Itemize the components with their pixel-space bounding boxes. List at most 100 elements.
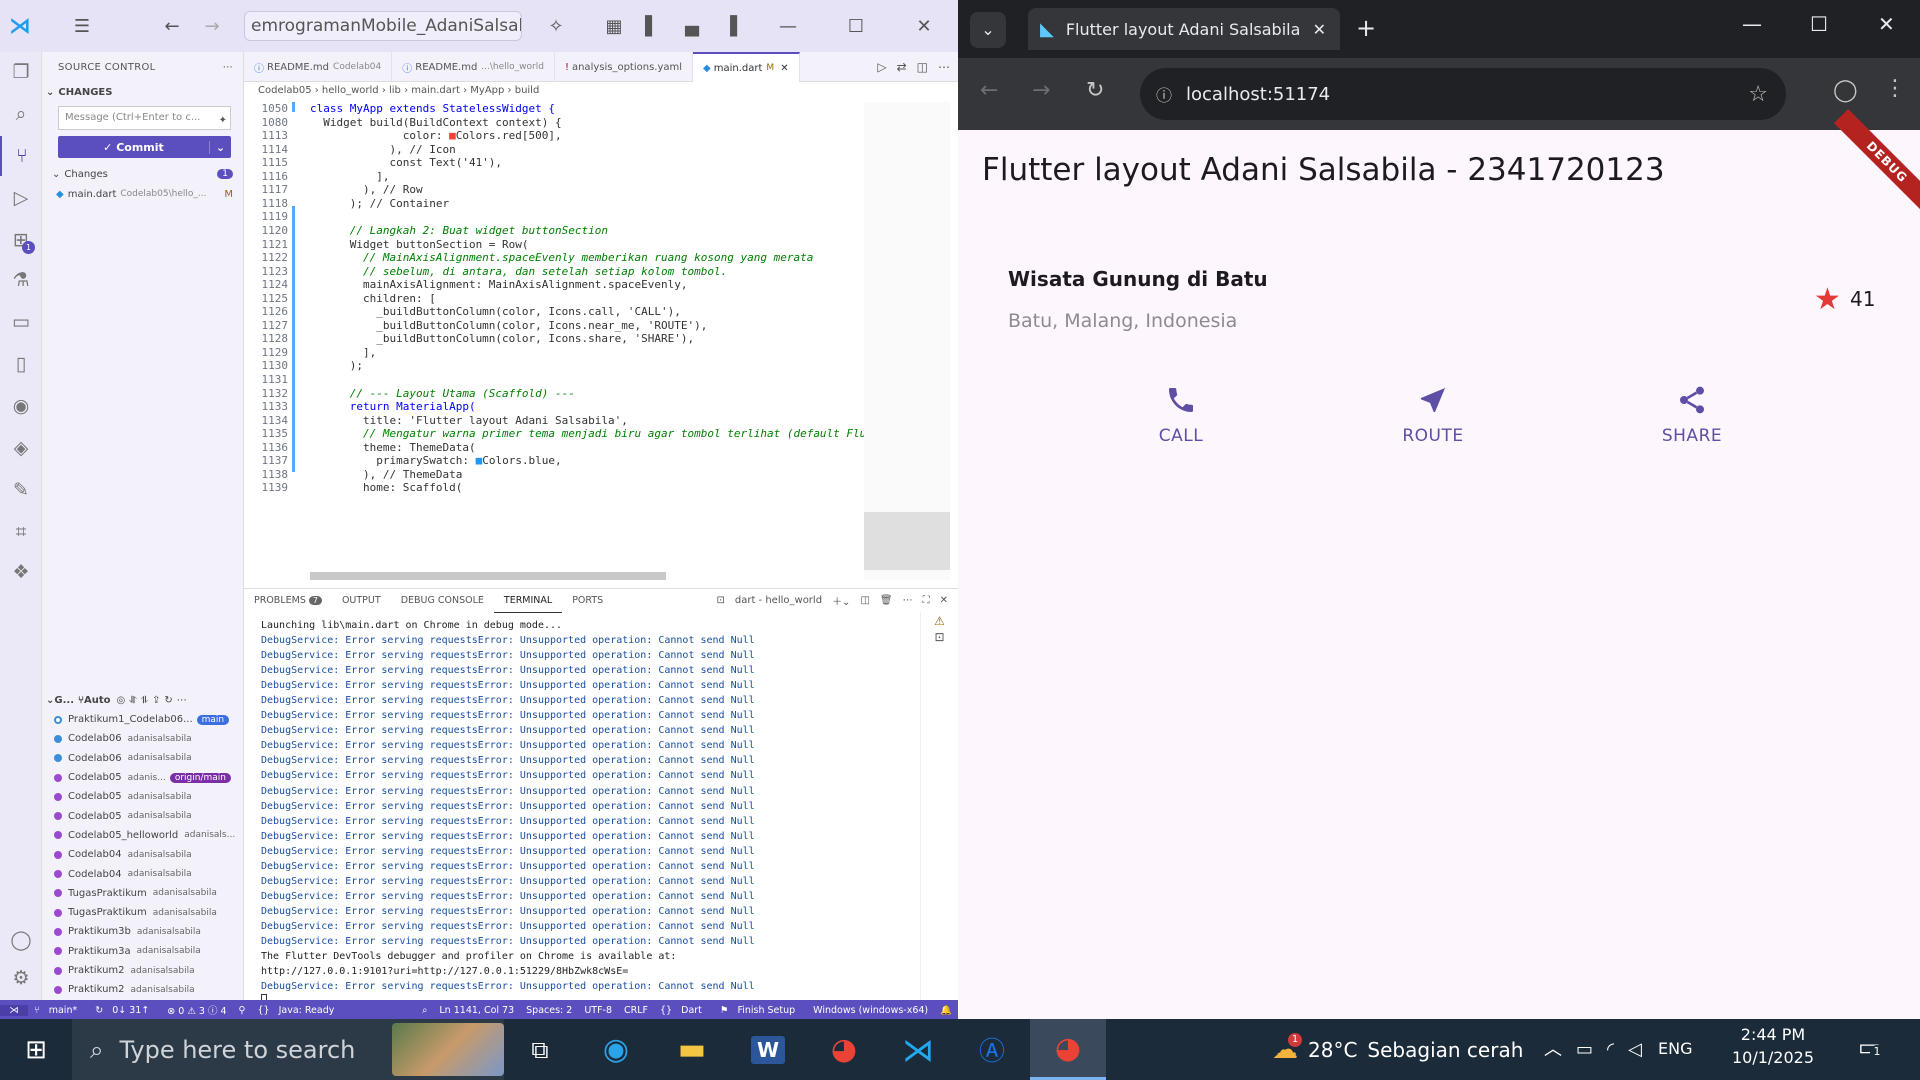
remote-icon[interactable]: ⋊ (0, 1004, 28, 1016)
remote-explorer-icon[interactable]: ▭ (0, 302, 42, 342)
commit-dropdown-icon[interactable]: ⌄ (209, 140, 231, 154)
graph-commit-row[interactable]: Codelab06 adanisalsabila (42, 749, 244, 768)
docker-icon[interactable]: ◈ (0, 428, 42, 468)
eol-status[interactable]: CRLF (618, 1005, 654, 1016)
forward-arrow-icon[interactable]: → (192, 0, 232, 52)
system-tray-icons[interactable]: ︿▭◜◁ (1544, 1035, 1656, 1061)
sparkle-icon[interactable]: ✦ (219, 115, 227, 126)
split-terminal-icon[interactable]: ◫ (860, 595, 869, 606)
minimap[interactable] (864, 102, 950, 580)
tab-ports[interactable]: PORTS (562, 589, 613, 613)
more-actions-icon[interactable]: ⋯ (938, 60, 950, 74)
reload-icon[interactable]: ↻ (1086, 78, 1104, 103)
more-actions-icon[interactable]: ⋯ (223, 62, 233, 73)
maximize-icon[interactable]: ☐ (836, 0, 876, 52)
breadcrumb[interactable]: Codelab05 › hello_world › lib › main.dar… (244, 82, 958, 102)
chrome-tab-active[interactable]: ◣ Flutter layout Adani Salsabila ✕ (1028, 8, 1340, 50)
back-arrow-icon[interactable]: ← (152, 0, 192, 52)
forward-arrow-icon[interactable]: → (1032, 78, 1050, 103)
finish-setup-status[interactable]: ⚑ Finish Setup (714, 1005, 807, 1016)
zoom-icon[interactable]: ⌕ (416, 1005, 433, 1016)
close-tab-icon[interactable]: ✕ (1313, 20, 1326, 39)
call-button[interactable]: CALL (1126, 380, 1236, 446)
split-editor-icon[interactable]: ◫ (917, 60, 928, 74)
command-center-search[interactable]: emrogramanMobile_AdaniSalsabila (244, 11, 522, 41)
notifications-bell-icon[interactable]: 🔔 (934, 1005, 958, 1016)
address-bar[interactable]: ⓘ localhost:51174 ☆ (1140, 68, 1786, 120)
close-icon[interactable]: ✕ (904, 0, 944, 52)
back-arrow-icon[interactable]: ← (980, 78, 998, 103)
weather-widget[interactable]: ☁ 1 28°C Sebagian cerah (1272, 1019, 1523, 1080)
close-tab-icon[interactable]: ✕ (780, 63, 788, 74)
search-icon[interactable]: ⌕ (0, 94, 42, 134)
toggle-secondary-sidebar-icon[interactable]: ▐ (710, 0, 750, 52)
explorer-icon[interactable]: ❐ (0, 52, 42, 92)
graph-commit-row[interactable]: TugasPraktikum adanisalsabila (42, 903, 244, 922)
graph-commit-row[interactable]: Codelab05 adanisalsabila (42, 806, 244, 825)
sync-status[interactable]: ↻ 0↓ 31↑ (89, 1005, 161, 1016)
branch-status[interactable]: ⑂ main* (28, 1005, 89, 1016)
java-status[interactable]: {} Java: Ready (251, 1005, 346, 1016)
site-info-icon[interactable]: ⓘ (1156, 82, 1172, 106)
run-debug-icon[interactable]: ▷ (0, 178, 42, 218)
more-actions-icon[interactable]: ⋯ (903, 595, 913, 606)
route-button[interactable]: ROUTE (1378, 380, 1488, 446)
close-panel-icon[interactable]: ✕ (940, 595, 948, 606)
graph-actions-icon[interactable]: ◎⥯⥮⇪↻⋯ (117, 695, 191, 706)
file-explorer-icon[interactable]: ▬ (654, 1019, 730, 1080)
word-icon[interactable]: W (730, 1019, 806, 1080)
notification-center-icon[interactable]: ▭ 1 (1858, 1033, 1884, 1061)
copilot-icon[interactable]: ✧ (536, 0, 576, 52)
tab-main-dart[interactable]: ◆ main.dart M ✕ (693, 52, 800, 82)
trash-icon[interactable]: 🗑 (880, 595, 893, 606)
terminal-output[interactable]: Launching lib\main.dart on Chrome in deb… (244, 618, 920, 1002)
ports-status-icon[interactable]: ⚲ (233, 1005, 252, 1016)
maximize-panel-icon[interactable]: ⛶ (923, 595, 930, 606)
testing-icon[interactable]: ⚗ (0, 260, 42, 300)
tab-output[interactable]: OUTPUT (332, 589, 391, 613)
tab-search-chevron-icon[interactable]: ⌄ (970, 12, 1006, 48)
clock[interactable]: 2:44 PM 10/1/2025 (1728, 1025, 1818, 1067)
tab-readme-codelab04[interactable]: ⓘ README.md Codelab04 (244, 52, 393, 82)
encoding-status[interactable]: UTF-8 (578, 1005, 618, 1016)
new-tab-plus-icon[interactable]: + (1356, 14, 1376, 42)
chrome-profile-icon[interactable]: ◕ (806, 1019, 882, 1080)
new-terminal-icon[interactable]: ＋⌄ (832, 593, 850, 608)
warning-icon[interactable]: ⚠ (921, 614, 958, 628)
graph-commit-row[interactable]: Codelab05 adanis... origin/main (42, 768, 244, 787)
changed-file-item[interactable]: ◆ main.dart Codelab05\hello_... M (42, 184, 243, 204)
graph-auto-label[interactable]: Auto (84, 695, 111, 706)
cursor-position[interactable]: Ln 1141, Col 73 (433, 1005, 520, 1016)
language-status[interactable]: {} Dart (654, 1005, 714, 1016)
toggle-panel-icon[interactable]: ▄ (672, 0, 712, 52)
chrome-active-icon[interactable]: ◕ (1030, 1019, 1106, 1080)
tab-terminal[interactable]: TERMINAL (493, 589, 563, 613)
github-icon[interactable]: ◉ (0, 386, 42, 426)
share-button[interactable]: SHARE (1637, 380, 1747, 446)
tab-debug-console[interactable]: DEBUG CONSOLE (391, 589, 494, 613)
tab-analysis-options[interactable]: ! analysis_options.yaml (555, 52, 694, 82)
indentation-status[interactable]: Spaces: 2 (520, 1005, 578, 1016)
compare-icon[interactable]: ⇄ (897, 60, 907, 74)
notebook-icon[interactable]: ▯ (0, 344, 42, 384)
graph-commit-row[interactable]: Codelab04 adanisalsabila (42, 845, 244, 864)
minimize-icon[interactable]: — (768, 0, 808, 52)
graph-commit-row[interactable]: Codelab05_helloworld adanisals... (42, 826, 244, 845)
graph-commit-row[interactable]: Praktikum2 adanisalsabila (42, 961, 244, 980)
changes-section-header[interactable]: ⌄ CHANGES (42, 82, 243, 102)
commit-message-input[interactable]: Message (Ctrl+Enter to c... (58, 106, 231, 130)
taskbar-search-box[interactable]: ⌕ Type here to search (72, 1019, 504, 1080)
app-a-icon[interactable]: Ⓐ (954, 1019, 1030, 1080)
scan-icon[interactable]: ⌗ (0, 512, 42, 552)
graph-commit-row[interactable]: Praktikum1_Codelab06... main (42, 710, 244, 729)
changes-group[interactable]: ⌄ Changes 1 (42, 164, 243, 184)
graph-commit-row[interactable]: Codelab05 adanisalsabila (42, 787, 244, 806)
account-icon[interactable]: ◯ (0, 920, 42, 960)
profile-icon[interactable]: ◯ (1833, 78, 1858, 103)
graph-commit-row[interactable]: Codelab06 adanisalsabila (42, 729, 244, 748)
chrome-menu-icon[interactable]: ⋮ (1884, 76, 1906, 101)
settings-gear-icon[interactable]: ⚙ (0, 958, 42, 998)
windows-start-icon[interactable]: ⊞ (0, 1019, 72, 1080)
tab-problems[interactable]: PROBLEMS 7 (244, 589, 332, 613)
language-indicator[interactable]: ENG (1658, 1039, 1692, 1058)
